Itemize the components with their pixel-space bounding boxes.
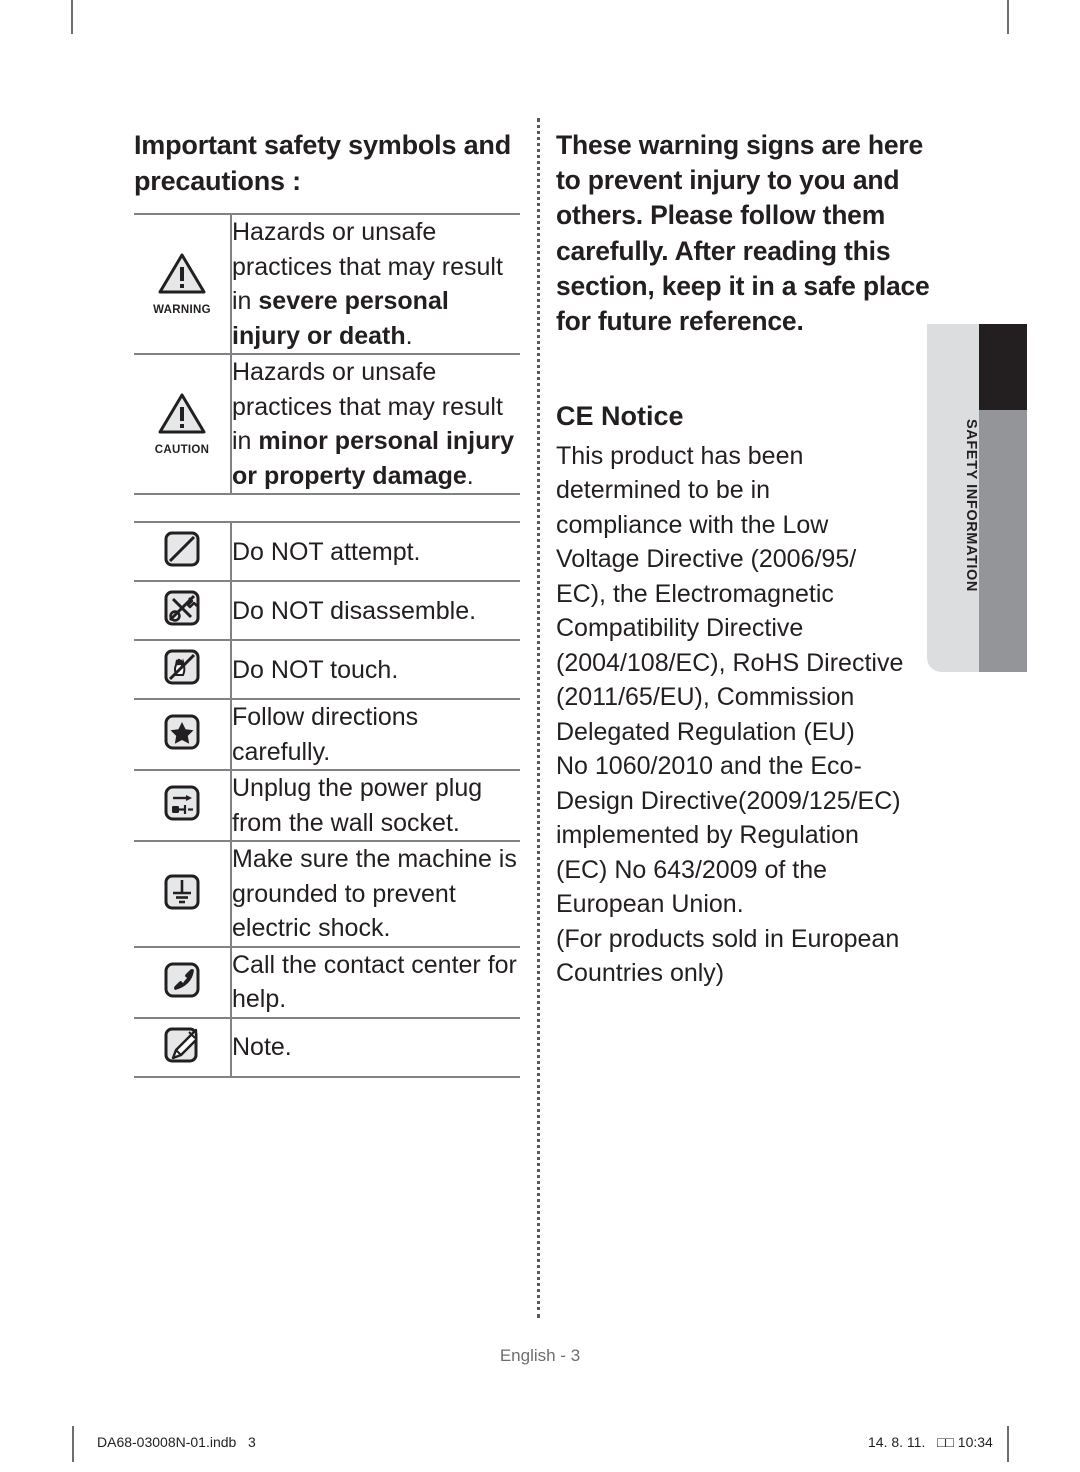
warning-icon-cell: WARNING — [134, 213, 232, 356]
symbol-table: Do NOT attempt. Do NOT disassemble. Do N… — [134, 521, 520, 1078]
print-production-footer: DA68-03008N-01.indb 3 14. 8. 11. □□ 10:3… — [0, 1424, 1080, 1464]
severity-table: WARNING Hazards or unsafe practices that… — [134, 213, 520, 496]
ce-line: implemented by Regulation — [556, 821, 859, 849]
do-not-disassemble-label: Do NOT disassemble. — [231, 581, 520, 642]
phone-contact-label: Call the contact center for help. — [231, 946, 520, 1019]
table-row-caution: CAUTION Hazards or unsafe practices that… — [134, 354, 520, 496]
do-not-attempt-icon — [163, 530, 201, 573]
thumb-tab-dark-block — [979, 324, 1027, 410]
phone-contact-icon-cell — [134, 946, 232, 1019]
ce-line: No 1060/2010 and the Eco- — [556, 752, 862, 780]
unplug-power-label: Unplug the power plug from the wall sock… — [231, 770, 520, 843]
ce-line: European Union. — [556, 890, 744, 918]
do-not-touch-icon-cell — [134, 640, 232, 701]
warning-icon-label: WARNING — [153, 303, 211, 316]
table-row: Call the contact center for help. — [134, 946, 520, 1019]
table-row: Follow directions carefully. — [134, 699, 520, 772]
grounding-label: Make sure the machine is grounded to pre… — [231, 841, 520, 948]
follow-directions-star-icon — [163, 713, 201, 756]
page-folio: English - 3 — [499, 1346, 581, 1365]
grounding-icon — [163, 873, 201, 916]
do-not-attempt-icon-cell — [134, 521, 232, 583]
phone-contact-icon — [163, 961, 201, 1004]
thumb-tab-grey-block — [979, 410, 1027, 672]
caution-text-tail: . — [466, 461, 474, 490]
ce-line: determined to be in — [556, 476, 771, 504]
unplug-power-icon-cell — [134, 770, 232, 843]
right-column: These warning signs are here to prevent … — [556, 128, 948, 991]
table-row-warning: WARNING Hazards or unsafe practices that… — [134, 213, 520, 356]
page-title: Important safety symbols and precautions… — [134, 130, 511, 196]
ce-line: Design Directive(2009/125/EC) — [556, 786, 901, 815]
column-divider — [537, 118, 540, 1318]
ce-line: Delegated Regulation (EU) — [556, 717, 855, 746]
ce-line: Voltage Directive (2006/95/ — [556, 545, 857, 573]
table-row: Do NOT touch. — [134, 640, 520, 701]
ce-line: (2004/108/EC), RoHS Directive — [556, 648, 904, 677]
follow-directions-label: Follow directions carefully. — [231, 699, 520, 772]
left-column: Important safety symbols and precautions… — [134, 128, 520, 1078]
warning-text-cell: Hazards or unsafe practices that may res… — [231, 213, 520, 356]
manual-page: Important safety symbols and precautions… — [0, 0, 1080, 1472]
ce-line: This product has been — [556, 441, 804, 470]
do-not-touch-icon — [163, 648, 201, 691]
ce-line: (For products sold in European — [556, 924, 900, 953]
follow-directions-icon-cell — [134, 699, 232, 772]
do-not-disassemble-icon — [163, 589, 201, 632]
note-icon-cell — [134, 1017, 232, 1078]
ce-line: compliance with the Low — [556, 510, 829, 539]
table-row: Unplug the power plug from the wall sock… — [134, 770, 520, 843]
ce-line: EC), the Electromagnetic — [556, 579, 834, 608]
table-row: Note. — [134, 1017, 520, 1078]
do-not-touch-label: Do NOT touch. — [231, 640, 520, 701]
do-not-attempt-label: Do NOT attempt. — [231, 521, 520, 583]
warning-signs-heading: These warning signs are here to prevent … — [556, 130, 930, 337]
do-not-disassemble-icon-cell — [134, 581, 232, 642]
note-pencil-icon — [163, 1026, 201, 1069]
ce-notice-title: CE Notice — [556, 401, 684, 432]
grounding-icon-cell — [134, 841, 232, 948]
warning-text-bold: severe personal injury or death — [232, 287, 449, 350]
thumb-tab-label: SAFETY INFORMATION — [963, 418, 979, 592]
table-gap — [134, 495, 520, 521]
footer-crop-bar-left — [72, 1426, 74, 1462]
table-row: Do NOT attempt. — [134, 521, 520, 583]
caution-text-cell: Hazards or unsafe practices that may res… — [231, 354, 520, 496]
print-file-name: DA68-03008N-01.indb 3 — [97, 1434, 256, 1450]
section-thumb-tab: SAFETY INFORMATION — [927, 324, 1027, 672]
ce-line: Compatibility Directive — [556, 614, 804, 642]
unplug-power-icon — [163, 784, 201, 827]
footer-crop-bar-right — [1007, 1426, 1009, 1462]
warning-text-tail: . — [405, 321, 413, 350]
ce-line: Countries only) — [556, 959, 725, 987]
table-row: Do NOT disassemble. — [134, 581, 520, 642]
table-row: Make sure the machine is grounded to pre… — [134, 841, 520, 948]
print-timestamp: 14. 8. 11. □□ 10:34 — [868, 1434, 993, 1450]
caution-icon-cell: CAUTION — [134, 354, 232, 496]
caution-icon-label: CAUTION — [154, 443, 210, 456]
note-label: Note. — [231, 1017, 520, 1078]
caution-triangle-icon: CAUTION — [134, 385, 230, 464]
warning-triangle-icon: WARNING — [134, 245, 230, 324]
ce-line: (EC) No 643/2009 of the — [556, 855, 827, 884]
ce-notice-body: This product has been determined to be i… — [556, 439, 948, 991]
ce-line: (2011/65/EU), Commission — [556, 683, 855, 711]
